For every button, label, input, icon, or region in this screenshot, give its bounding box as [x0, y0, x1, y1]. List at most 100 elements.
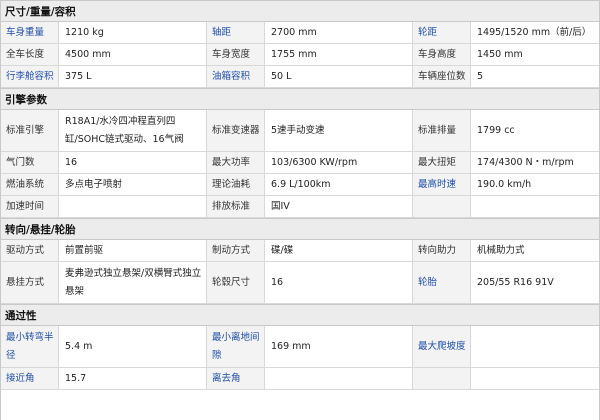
spec-row: 车身重量 1210 kg 轴距 2700 mm 轮距 1495/1520 mm（前/后）	[1, 22, 599, 44]
spec-value: 机械助力式	[471, 240, 599, 261]
label-text: 理论油耗	[212, 178, 251, 190]
spec-value: 1210 kg	[59, 22, 207, 43]
spec-label-link[interactable]: 轮距	[413, 22, 471, 43]
spec-value: 1495/1520 mm（前/后）	[471, 22, 599, 43]
section-header: 通过性	[1, 304, 599, 326]
spec-label-link[interactable]: 离去角	[207, 368, 265, 389]
spec-label	[413, 196, 471, 217]
label-text: 最高时速	[418, 178, 457, 190]
spec-value: 前置前驱	[59, 240, 207, 261]
spec-label-link[interactable]: 接近角	[1, 368, 59, 389]
value-text: 174/4300 N・m/rpm	[477, 156, 574, 168]
spec-row: 加速时间 排放标准 国IV	[1, 196, 599, 218]
value-text: 16	[65, 156, 78, 168]
label-text: 加速时间	[6, 200, 45, 212]
label-text: 轮胎	[418, 276, 438, 288]
value-text: R18A1/水冷四冲程直列四缸/SOHC链式驱动、16气阀	[65, 115, 184, 145]
spec-label: 车身宽度	[207, 44, 265, 65]
spec-row: 行李舱容积 375 L 油箱容积 50 L 车辆座位数 5	[1, 66, 599, 88]
spec-label-link[interactable]: 最大爬坡度	[413, 326, 471, 367]
value-text: 5速手动变速	[271, 124, 325, 136]
spec-label-link[interactable]: 最高时速	[413, 174, 471, 195]
spec-label: 最大功率	[207, 152, 265, 173]
spec-value: 16	[59, 152, 207, 173]
spec-label-link[interactable]: 行李舱容积	[1, 66, 59, 87]
label-text: 车辆座位数	[418, 70, 466, 82]
label-text: 标准引擎	[6, 124, 45, 136]
spec-value: 205/55 R16 91V	[471, 262, 599, 303]
spec-row: 悬挂方式 麦弗逊式独立悬架/双横臂式独立悬架 轮毂尺寸 16 轮胎 205/55 R16 …	[1, 262, 599, 304]
spec-label-link[interactable]: 最小转弯半径	[1, 326, 59, 367]
label-text: 轴距	[212, 26, 232, 38]
spec-value: 50 L	[265, 66, 413, 87]
value-text: 5.4 m	[65, 340, 93, 352]
label-text: 行李舱容积	[6, 70, 54, 82]
value-text: 103/6300 KW/rpm	[271, 156, 358, 168]
spec-label-link[interactable]: 最小离地间隙	[207, 326, 265, 367]
value-text: 机械助力式	[477, 244, 525, 256]
value-text: 205/55 R16 91V	[477, 276, 554, 288]
value-text: 6.9 L/100km	[271, 178, 331, 190]
label-text: 油箱容积	[212, 70, 251, 82]
spec-label: 转向助力	[413, 240, 471, 261]
spec-value: 4500 mm	[59, 44, 207, 65]
spec-value	[471, 196, 599, 217]
spec-value	[59, 196, 207, 217]
value-text: 15.7	[65, 372, 87, 384]
label-text: 轮距	[418, 26, 438, 38]
spec-row: 标准引擎 R18A1/水冷四冲程直列四缸/SOHC链式驱动、16气阀 标准变速器 5速…	[1, 110, 599, 152]
value-text: 16	[271, 276, 284, 288]
spec-label: 标准排量	[413, 110, 471, 151]
value-text: 1495/1520 mm（前/后）	[477, 26, 592, 38]
spec-label: 悬挂方式	[1, 262, 59, 303]
label-text: 最小离地间隙	[212, 331, 260, 361]
spec-value	[471, 368, 599, 389]
label-text: 排放标准	[212, 200, 251, 212]
value-text: 碟/碟	[271, 244, 294, 256]
spec-label-link[interactable]: 油箱容积	[207, 66, 265, 87]
spec-value: 5	[471, 66, 599, 87]
value-text: 国IV	[271, 200, 290, 212]
label-text: 驱动方式	[6, 244, 45, 256]
spec-label-link[interactable]: 车身重量	[1, 22, 59, 43]
spec-value	[471, 326, 599, 367]
spec-row: 燃油系统 多点电子喷射 理论油耗 6.9 L/100km 最高时速 190.0 km/h	[1, 174, 599, 196]
spec-value: 多点电子喷射	[59, 174, 207, 195]
spec-label: 加速时间	[1, 196, 59, 217]
label-text: 车身高度	[418, 48, 457, 60]
spec-label-link[interactable]: 轴距	[207, 22, 265, 43]
spec-row: 最小转弯半径 5.4 m 最小离地间隙 169 mm 最大爬坡度	[1, 326, 599, 368]
label-text: 最大扭矩	[418, 156, 457, 168]
spec-table: 尺寸/重量/容积 车身重量 1210 kg 轴距 2700 mm 轮距 1495/1520 …	[0, 0, 600, 420]
spec-label: 燃油系统	[1, 174, 59, 195]
label-text: 标准变速器	[212, 124, 260, 136]
spec-value: 1450 mm	[471, 44, 599, 65]
section-header: 引擎参数	[1, 88, 599, 110]
value-text: 190.0 km/h	[477, 178, 532, 190]
spec-row: 接近角 15.7 离去角	[1, 368, 599, 390]
spec-label: 最大扭矩	[413, 152, 471, 173]
label-text: 悬挂方式	[6, 276, 45, 288]
spec-value: 375 L	[59, 66, 207, 87]
spec-value: 碟/碟	[265, 240, 413, 261]
section-header: 转向/悬挂/轮胎	[1, 218, 599, 240]
spec-value: 6.9 L/100km	[265, 174, 413, 195]
spec-row: 驱动方式 前置前驱 制动方式 碟/碟 转向助力 机械助力式	[1, 240, 599, 262]
spec-value: 16	[265, 262, 413, 303]
value-text: 1799 cc	[477, 124, 515, 136]
value-text: 1755 mm	[271, 48, 317, 60]
spec-label: 车身高度	[413, 44, 471, 65]
spec-value: 5速手动变速	[265, 110, 413, 151]
spec-value: 174/4300 N・m/rpm	[471, 152, 599, 173]
spec-value: 15.7	[59, 368, 207, 389]
value-text: 375 L	[65, 70, 92, 82]
label-text: 全车长度	[6, 48, 45, 60]
spec-value: 5.4 m	[59, 326, 207, 367]
label-text: 接近角	[6, 372, 35, 384]
value-text: 前置前驱	[65, 244, 104, 256]
value-text: 4500 mm	[65, 48, 111, 60]
spec-value: 103/6300 KW/rpm	[265, 152, 413, 173]
spec-label: 全车长度	[1, 44, 59, 65]
value-text: 50 L	[271, 70, 292, 82]
spec-label-link[interactable]: 轮胎	[413, 262, 471, 303]
